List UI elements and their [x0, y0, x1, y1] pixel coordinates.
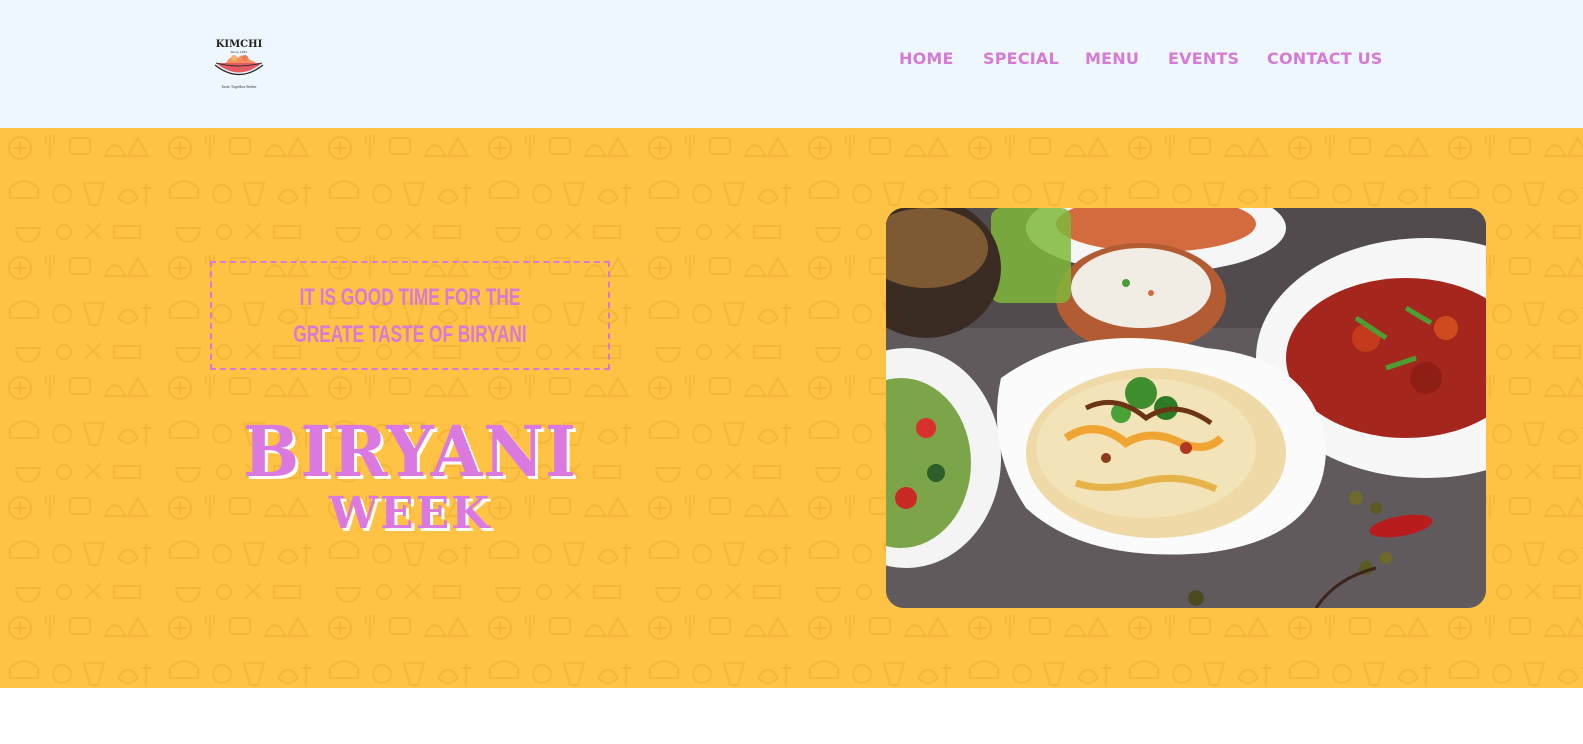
nav-events[interactable]: EVENTS: [1168, 49, 1239, 69]
nav-menu[interactable]: MENU: [1085, 49, 1139, 69]
biryani-photo-illustration: [886, 208, 1486, 608]
biryani-bowl-photo: [886, 208, 1486, 608]
tagline-box: IT IS GOOD TIME FOR THE GREATE TASTE OF …: [210, 261, 610, 370]
nav-contact-us[interactable]: CONTACT US: [1267, 49, 1383, 69]
logo-since: Since 1987: [231, 50, 248, 54]
nav-special[interactable]: SPECIAL: [983, 49, 1059, 69]
logo[interactable]: KIMCHI Since 1987 Taste Together Better: [212, 36, 266, 90]
logo-name: KIMCHI: [216, 39, 263, 50]
hero-title-sub: WEEK: [328, 488, 492, 539]
hero-title-main: BIRYANI: [243, 410, 577, 493]
food-bowl-logo-icon: KIMCHI Since 1987 Taste Together Better: [214, 39, 264, 89]
hero-section: IT IS GOOD TIME FOR THE GREATE TASTE OF …: [0, 128, 1583, 688]
nav-home[interactable]: HOME: [899, 49, 954, 69]
logo-tagline: Taste Together Better: [221, 85, 257, 89]
hero-title: BIRYANI WEEK: [200, 414, 620, 538]
hero-tagline: IT IS GOOD TIME FOR THE GREATE TASTE OF …: [293, 283, 527, 348]
site-header: KIMCHI Since 1987 Taste Together Better …: [0, 0, 1583, 128]
